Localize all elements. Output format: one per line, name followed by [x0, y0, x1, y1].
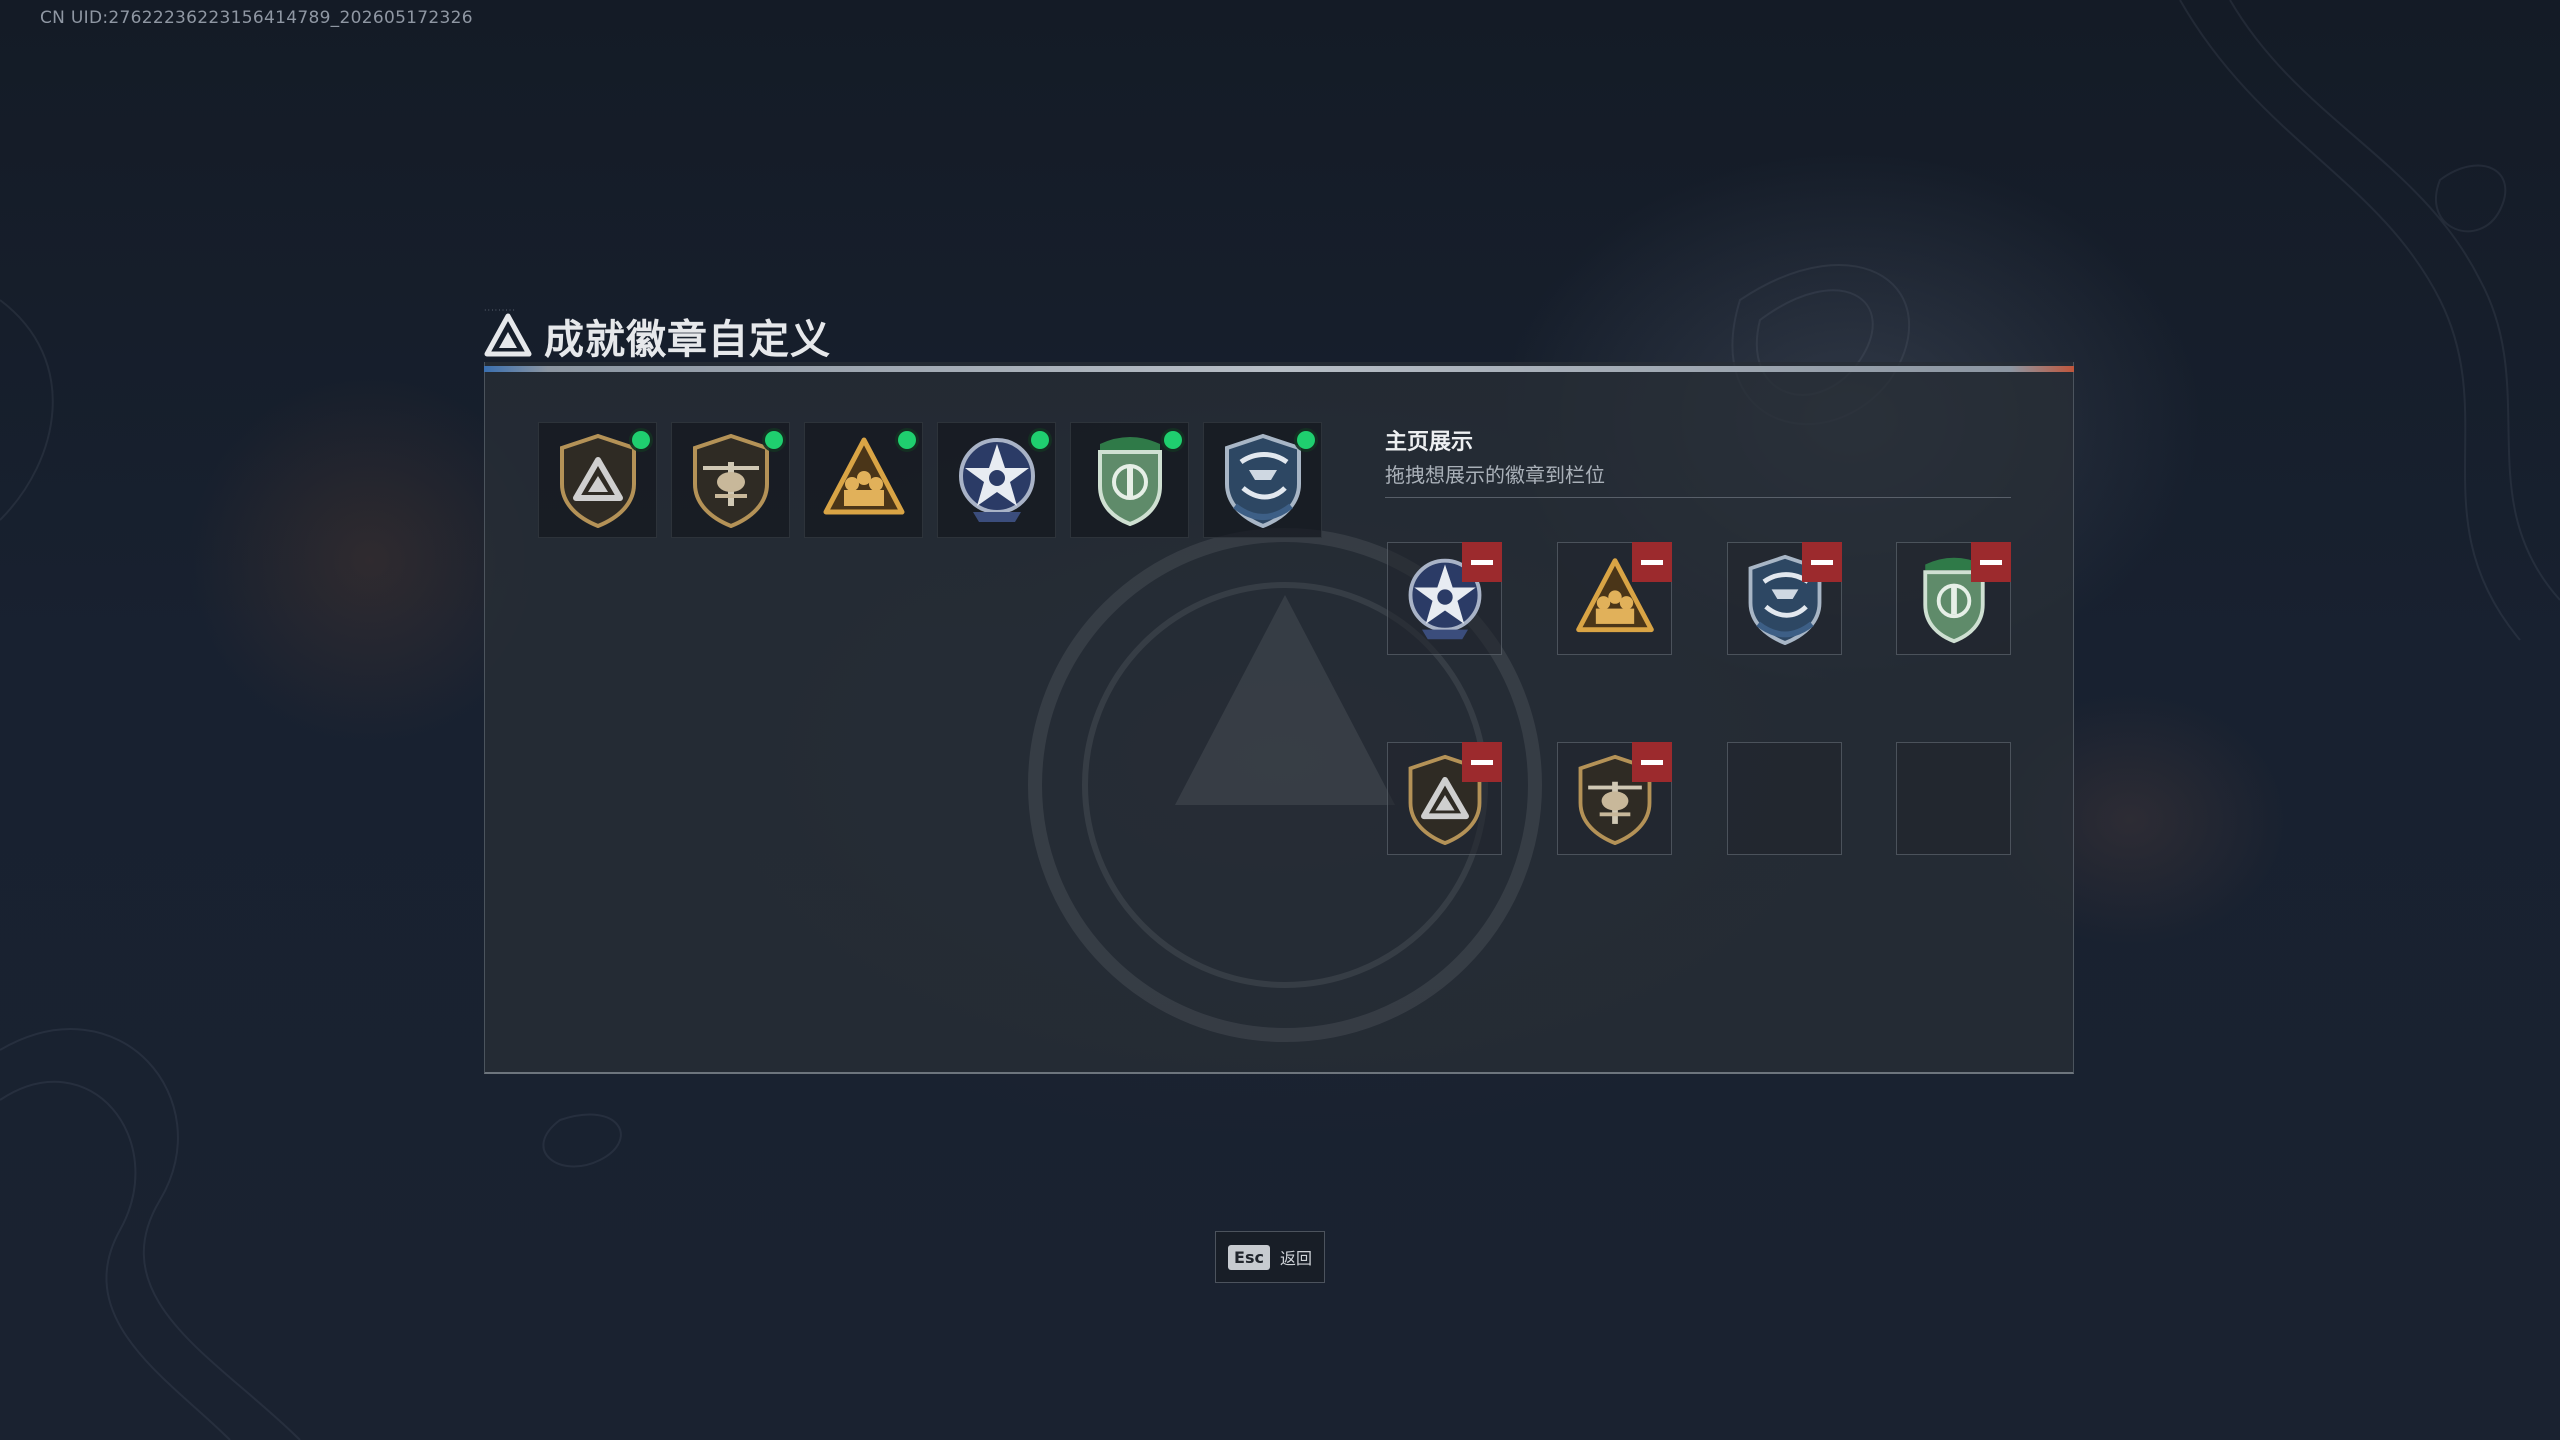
page-title: 成就徽章自定义 — [544, 317, 831, 363]
delta-logo-icon — [484, 313, 532, 357]
remove-badge-button[interactable] — [1632, 542, 1672, 582]
owned-badge-grid — [538, 422, 1322, 538]
equipped-indicator — [1164, 431, 1182, 449]
showcase-slot-6[interactable] — [1557, 742, 1672, 855]
helicopter-badge-icon — [692, 433, 769, 528]
showcase-slot-5[interactable] — [1387, 742, 1502, 855]
minus-icon — [1471, 759, 1493, 765]
owned-badge-star[interactable] — [937, 422, 1056, 538]
showcase-slot-2[interactable] — [1557, 542, 1672, 655]
owned-badge-squad[interactable] — [804, 422, 923, 538]
showcase-subtitle: 拖拽想展示的徽章到栏位 — [1385, 463, 1605, 487]
remove-badge-button[interactable] — [1971, 542, 2011, 582]
back-label: 返回 — [1279, 1249, 1312, 1268]
panel-top-bar — [484, 366, 2074, 372]
minus-icon — [1471, 559, 1493, 565]
showcase-slot-7-empty[interactable] — [1727, 742, 1842, 855]
equipped-indicator — [1297, 431, 1315, 449]
remove-badge-button[interactable] — [1802, 542, 1842, 582]
back-button[interactable]: Esc 返回 — [1215, 1231, 1325, 1283]
equipped-indicator — [632, 431, 650, 449]
owned-badge-green-shield[interactable] — [1070, 422, 1189, 538]
owned-badge-blue-eagle[interactable] — [1203, 422, 1322, 538]
showcase-slot-3[interactable] — [1727, 542, 1842, 655]
equipped-indicator — [1031, 431, 1049, 449]
panel-watermark-emblem — [1028, 528, 1542, 1042]
owned-badge-delta[interactable] — [538, 422, 657, 538]
minus-icon — [1980, 559, 2002, 565]
showcase-title: 主页展示 — [1385, 430, 1474, 455]
minus-icon — [1641, 559, 1663, 565]
remove-badge-button[interactable] — [1632, 742, 1672, 782]
equipped-indicator — [765, 431, 783, 449]
remove-badge-button[interactable] — [1462, 542, 1502, 582]
squad-badge-icon — [823, 437, 904, 515]
esc-key-hint: Esc — [1228, 1244, 1270, 1270]
minus-icon — [1641, 759, 1663, 765]
showcase-slot-1[interactable] — [1387, 542, 1502, 655]
owned-badge-helicopter[interactable] — [671, 422, 790, 538]
page-header: 成就徽章自定义 — [484, 306, 831, 366]
green-shield-badge-icon — [1097, 437, 1162, 527]
uid-watermark: CN UID:2762223622315641478­9_20260517232… — [40, 8, 473, 28]
showcase-slot-4[interactable] — [1896, 542, 2011, 655]
delta-badge-icon — [559, 433, 636, 528]
showcase-divider — [1385, 497, 2011, 498]
remove-badge-button[interactable] — [1462, 742, 1502, 782]
blue-eagle-badge-icon — [1224, 433, 1301, 528]
showcase-slot-8-empty[interactable] — [1896, 742, 2011, 855]
star-badge-icon — [958, 438, 1035, 522]
equipped-indicator — [898, 431, 916, 449]
minus-icon — [1811, 559, 1833, 565]
